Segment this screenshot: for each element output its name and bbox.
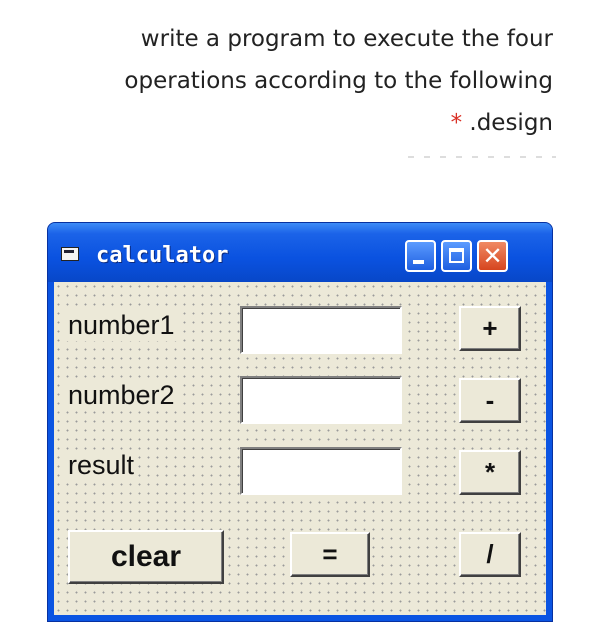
divide-button[interactable]: / <box>459 532 521 577</box>
multiply-button[interactable]: * <box>459 450 521 495</box>
title-bar[interactable]: calculator ✕ <box>48 223 552 282</box>
maximize-icon <box>449 248 464 263</box>
result-label: result <box>66 450 137 481</box>
add-button[interactable]: + <box>459 306 521 351</box>
result-input[interactable] <box>240 447 402 495</box>
window-title: calculator <box>96 243 229 268</box>
number1-input[interactable] <box>240 306 402 354</box>
minimize-button[interactable] <box>405 240 436 272</box>
question-line-3-text: .design <box>462 110 553 136</box>
close-icon: ✕ <box>482 242 503 270</box>
equals-button[interactable]: = <box>290 532 370 577</box>
minimize-icon <box>413 260 424 264</box>
form-client-area: number1 number2 result + - * / clear = <box>54 282 546 615</box>
close-button[interactable]: ✕ <box>477 240 508 272</box>
question-text: write a program to execute the four oper… <box>33 18 553 144</box>
number2-label: number2 <box>66 380 177 411</box>
clear-button[interactable]: clear <box>68 530 224 584</box>
number2-input[interactable] <box>240 376 402 424</box>
question-line-3: * .design <box>33 102 553 144</box>
app-icon <box>61 247 79 261</box>
question-line-2: operations according to the following <box>124 68 553 94</box>
question-line-1: write a program to execute the four <box>140 26 553 52</box>
faint-divider <box>408 156 556 159</box>
maximize-button[interactable] <box>441 240 472 272</box>
calculator-window: calculator ✕ number1 number2 result + - … <box>47 222 553 622</box>
asterisk-mark: * <box>450 110 463 136</box>
number1-label: number1 <box>66 310 177 341</box>
subtract-button[interactable]: - <box>459 378 521 423</box>
